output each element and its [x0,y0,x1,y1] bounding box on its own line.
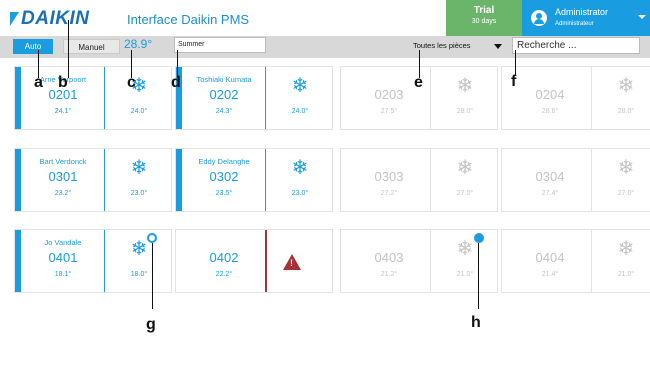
room-card[interactable]: 0204 28.6° ❄ 28.0° [501,66,650,130]
room-number: 0303 [374,169,404,184]
app-header: DAIKIN Interface Daikin PMS Trial 30 day… [0,0,650,38]
room-setpoint[interactable]: 27.0° [431,190,499,197]
auto-button[interactable]: Auto [13,39,53,54]
trial-days: 30 days [471,18,497,25]
room-temperature: 22.2° [215,271,233,278]
user-name: Administrator [555,7,609,17]
snowflake-icon[interactable]: ❄ [105,238,173,260]
callout-e: e [414,74,423,91]
room-number: 0204 [535,87,565,102]
warning-icon[interactable]: ! [283,254,301,270]
room-card[interactable]: 0303 27.2° ❄ 27.0° [340,148,498,212]
room-number: 0202 [209,87,239,102]
room-setpoint[interactable]: 23.0° [105,190,173,197]
room-card[interactable]: Toshiaki Kumata 0202 24.3° ❄ 24.0° [175,66,333,130]
room-occupant: Eddy Delanghe [198,157,250,166]
user-menu[interactable]: Administrator Administrateur [522,0,650,36]
logo-mark-icon [10,12,19,26]
daikin-logo: DAIKIN [10,8,90,29]
room-number: 0304 [535,169,565,184]
room-number: 0402 [209,250,239,265]
snowflake-icon[interactable]: ❄ [592,75,650,97]
warning-mark: ! [290,258,293,268]
room-number: 0401 [48,250,78,265]
manuel-button[interactable]: Manuel [63,39,120,54]
status-ring-indicator[interactable] [147,233,157,243]
logo-text: DAIKIN [21,8,90,29]
room-card[interactable]: 0404 21.4° ❄ 21.0° [501,229,650,293]
toolbar: Auto Manuel 28.9° Summer Toutes les pièc… [0,36,650,58]
snowflake-icon[interactable]: ❄ [431,157,499,179]
room-temperature: 28.6° [541,108,559,115]
dropdown-caret-icon [494,44,502,49]
snowflake-icon[interactable]: ❄ [431,75,499,97]
room-setpoint[interactable]: 21.0° [431,271,499,278]
app-title: Interface Daikin PMS [127,12,250,27]
room-temperature: 23.5° [215,190,233,197]
room-setpoint[interactable]: 24.0° [105,108,173,115]
callout-line-h [478,243,479,309]
mode-field[interactable]: Summer [174,37,266,53]
status-dot-indicator[interactable] [474,233,484,243]
room-temperature: 21.4° [541,271,559,278]
callout-g: g [146,316,156,333]
callout-c: c [127,74,136,91]
room-temperature: 27.4° [541,190,559,197]
room-occupant: Bart Verdonck [39,157,87,166]
user-avatar-icon [531,10,547,26]
callout-f: f [511,73,517,90]
room-card[interactable]: 0304 27.4° ❄ 27.0° [501,148,650,212]
callout-line-b [68,20,69,78]
room-setpoint[interactable]: 27.0° [592,190,650,197]
room-number: 0301 [48,169,78,184]
room-setpoint[interactable]: 28.0° [592,108,650,115]
room-setpoint[interactable]: 23.0° [266,190,334,197]
callout-d: d [171,74,181,91]
callout-b: b [58,74,68,91]
room-card[interactable]: Bart Verdonck 0301 23.2° ❄ 23.0° [14,148,172,212]
callout-a: a [34,74,43,91]
room-temperature: 24.1° [54,108,72,115]
room-setpoint[interactable]: 21.0° [592,271,650,278]
room-setpoint[interactable]: 24.0° [266,108,334,115]
room-setpoint[interactable]: 18.0° [105,271,173,278]
callout-h: h [471,314,481,331]
snowflake-icon[interactable]: ❄ [592,157,650,179]
global-setpoint[interactable]: 28.9° [124,37,152,51]
snowflake-icon[interactable]: ❄ [431,238,499,260]
room-card[interactable]: Eddy Delanghe 0302 23.5° ❄ 23.0° [175,148,333,212]
snowflake-icon[interactable]: ❄ [105,157,173,179]
search-input[interactable]: Recherche ... [512,37,640,54]
room-temperature: 27.5° [380,108,398,115]
room-number: 0403 [374,250,404,265]
room-temperature: 23.2° [54,190,72,197]
room-occupant: Jo Vandale [44,238,82,247]
room-temperature: 21.2° [380,271,398,278]
room-number: 0302 [209,169,239,184]
snowflake-icon[interactable]: ❄ [266,75,334,97]
snowflake-icon[interactable]: ❄ [105,75,173,97]
room-temperature: 24.3° [215,108,233,115]
snowflake-icon[interactable]: ❄ [266,157,334,179]
room-setpoint[interactable]: 28.0° [431,108,499,115]
snowflake-icon[interactable]: ❄ [592,238,650,260]
card-divider [265,230,267,292]
trial-label: Trial [473,5,495,16]
room-temperature: 27.2° [380,190,398,197]
rooms-filter-value: Toutes les pièces [413,41,471,50]
user-role: Administrateur [555,21,594,27]
callout-line-g [152,243,153,309]
room-card[interactable]: 0402 22.2°! [175,229,333,293]
room-number: 0404 [535,250,565,265]
room-temperature: 18.1° [54,271,72,278]
rooms-filter-select[interactable]: Toutes les pièces [412,38,506,54]
room-occupant: Toshiaki Kumata [196,75,252,84]
trial-badge[interactable]: Trial 30 days [446,0,522,36]
chevron-down-icon[interactable] [638,15,646,19]
